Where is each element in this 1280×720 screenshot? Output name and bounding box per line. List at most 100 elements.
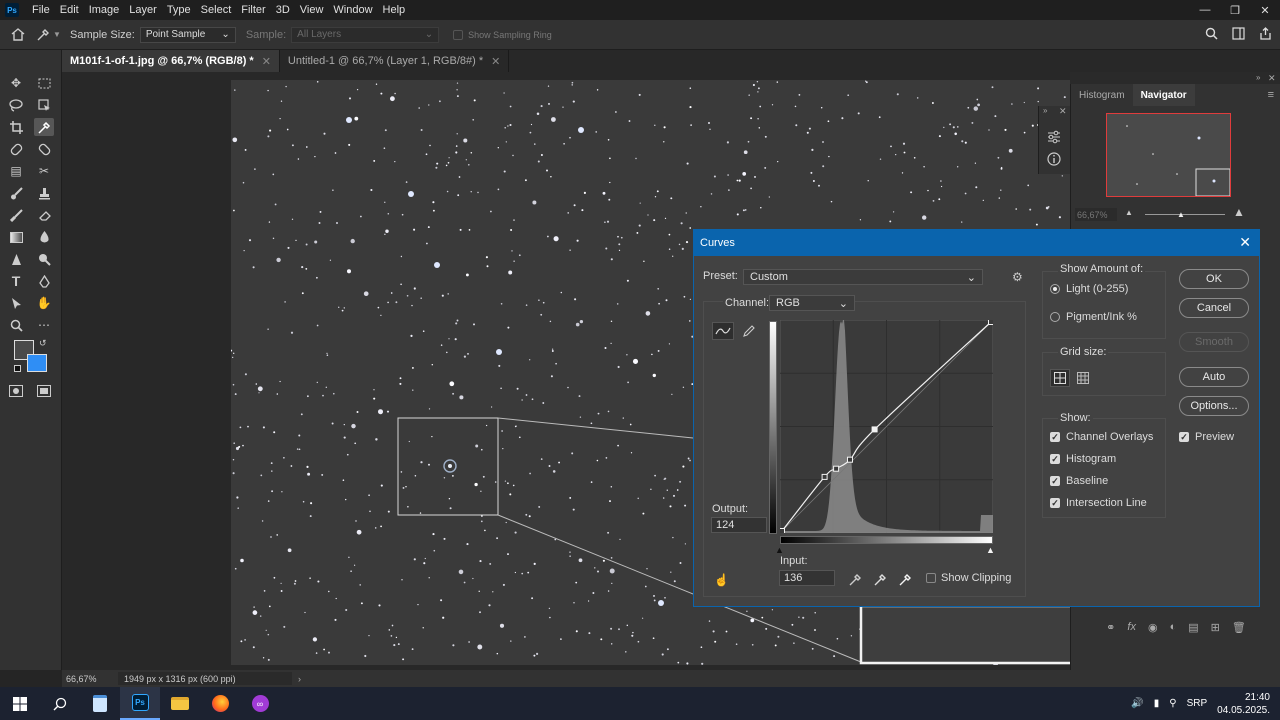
type-tool-icon[interactable]: T <box>6 272 26 290</box>
new-layer-icon[interactable]: ⊞ <box>1211 621 1220 634</box>
curve-graph[interactable] <box>780 320 993 533</box>
history-brush-tool-icon[interactable] <box>6 206 26 224</box>
scissors-tool-icon[interactable]: ✂ <box>34 162 54 180</box>
close-window-icon[interactable]: ✕ <box>1250 0 1280 20</box>
crop-tool-icon[interactable] <box>6 118 26 136</box>
intersection-line-checkbox[interactable]: ✓ <box>1050 498 1060 508</box>
tab-untitled-1[interactable]: Untitled-1 @ 66,7% (Layer 1, RGB/8#) * ✕ <box>280 50 510 72</box>
workspace-icon[interactable] <box>1232 27 1245 40</box>
tab-m101[interactable]: M101f-1-of-1.jpg @ 66,7% (RGB/8) * ✕ <box>62 50 280 72</box>
search-icon[interactable] <box>40 687 80 720</box>
preset-select[interactable]: Custom ⌄ <box>743 269 983 285</box>
white-point-slider[interactable]: ▲ <box>986 545 995 555</box>
menu-type[interactable]: Type <box>162 4 196 16</box>
zoom-out-icon[interactable]: ▲ <box>1125 208 1133 217</box>
healing-brush-tool-icon[interactable] <box>6 140 26 158</box>
gray-eyedropper-icon[interactable] <box>874 572 888 586</box>
eyedropper-preset-icon[interactable]: ▼ <box>36 28 70 42</box>
blur-tool-icon[interactable] <box>34 228 54 246</box>
histogram-checkbox[interactable]: ✓ <box>1050 454 1060 464</box>
app-icon[interactable]: ∞ <box>240 687 280 720</box>
status-zoom[interactable]: 66,67% <box>62 674 118 684</box>
clock[interactable]: 21:40 04.05.2025. <box>1217 691 1270 717</box>
smooth-button[interactable]: Smooth <box>1179 332 1249 352</box>
input-field[interactable]: 136 <box>779 570 835 586</box>
panel-menu-icon[interactable]: ≡ <box>1268 89 1274 101</box>
eraser-tool-icon[interactable] <box>34 206 54 224</box>
baseline-checkbox[interactable]: ✓ <box>1050 476 1060 486</box>
info-icon[interactable] <box>1047 152 1061 166</box>
close-icon[interactable]: ✕ <box>1239 234 1251 251</box>
menu-view[interactable]: View <box>295 4 329 16</box>
pigment-radio[interactable] <box>1050 312 1060 322</box>
minimize-icon[interactable]: — <box>1190 0 1220 20</box>
ok-button[interactable]: OK <box>1179 269 1249 289</box>
status-doc-info[interactable]: 1949 px x 1316 px (600 ppi) <box>118 672 292 685</box>
restore-icon[interactable]: ❐ <box>1220 0 1250 20</box>
menu-3d[interactable]: 3D <box>271 4 295 16</box>
channel-select[interactable]: RGB ⌄ <box>769 295 855 311</box>
more-tools-icon[interactable]: ⋯ <box>34 316 54 334</box>
zoom-in-icon[interactable]: ▲ <box>1233 205 1245 219</box>
expand-panels-icon[interactable]: » <box>1043 106 1047 115</box>
curve-point[interactable] <box>847 456 853 463</box>
sample-select[interactable]: All Layers ⌄ <box>291 26 440 43</box>
curve-points-mode-icon[interactable] <box>712 322 734 340</box>
menu-select[interactable]: Select <box>196 4 237 16</box>
curve-point[interactable] <box>780 528 785 534</box>
bandaid-tool-icon[interactable] <box>34 140 54 158</box>
move-tool-icon[interactable]: ✥ <box>6 74 26 92</box>
output-field[interactable]: 124 <box>711 517 767 533</box>
menu-layer[interactable]: Layer <box>124 4 162 16</box>
path-select-tool-icon[interactable] <box>6 294 26 312</box>
cancel-button[interactable]: Cancel <box>1179 298 1249 318</box>
battery-icon[interactable]: ▮ <box>1154 698 1160 709</box>
options-button[interactable]: Options... <box>1179 396 1249 416</box>
patch-tool-icon[interactable]: ▤ <box>6 162 26 180</box>
navigator-thumbnail[interactable] <box>1106 113 1231 197</box>
search-icon[interactable] <box>1205 27 1218 40</box>
channel-overlays-checkbox[interactable]: ✓ <box>1050 432 1060 442</box>
background-color-swatch[interactable] <box>27 354 47 372</box>
wifi-icon[interactable]: ⚲ <box>1169 698 1176 709</box>
quick-mask-icon[interactable] <box>6 382 26 400</box>
auto-button[interactable]: Auto <box>1179 367 1249 387</box>
add-mask-icon[interactable]: ◉ <box>1148 621 1158 634</box>
screen-mode-icon[interactable] <box>34 382 54 400</box>
expand-panels-icon[interactable]: » <box>1256 73 1260 82</box>
object-select-tool-icon[interactable] <box>34 96 54 114</box>
default-colors-icon[interactable] <box>14 365 21 372</box>
language-indicator[interactable]: SRP <box>1187 698 1208 709</box>
swap-colors-icon[interactable]: ↺ <box>39 338 47 349</box>
curve-point[interactable] <box>821 473 828 480</box>
black-eyedropper-icon[interactable] <box>849 572 863 586</box>
marquee-tool-icon[interactable] <box>34 74 54 92</box>
gradient-tool-icon[interactable] <box>6 228 26 246</box>
close-icon[interactable]: ✕ <box>262 55 271 68</box>
file-explorer-icon[interactable] <box>160 687 200 720</box>
detailed-grid-icon[interactable] <box>1075 370 1091 386</box>
close-icon[interactable]: ✕ <box>1059 106 1067 117</box>
close-icon[interactable]: ✕ <box>491 55 500 68</box>
new-group-icon[interactable]: ▤ <box>1188 621 1198 634</box>
adjustments-icon[interactable] <box>1047 130 1061 144</box>
light-radio[interactable] <box>1050 284 1060 294</box>
preview-checkbox[interactable]: ✓ <box>1179 432 1189 442</box>
firefox-icon[interactable] <box>200 687 240 720</box>
status-chevron-icon[interactable]: › <box>298 674 301 684</box>
adjustment-layer-icon[interactable]: ◐ <box>1170 621 1177 633</box>
pen-tool-icon[interactable] <box>34 272 54 290</box>
home-icon[interactable] <box>0 28 36 41</box>
menu-window[interactable]: Window <box>328 4 377 16</box>
lasso-tool-icon[interactable] <box>6 96 26 114</box>
curve-point[interactable] <box>833 465 840 472</box>
photoshop-taskbar-icon[interactable]: Ps <box>120 687 160 720</box>
hand-tool-icon[interactable]: ✋ <box>34 294 54 312</box>
menu-filter[interactable]: Filter <box>236 4 270 16</box>
windows-start-icon[interactable] <box>0 687 40 720</box>
menu-image[interactable]: Image <box>84 4 125 16</box>
white-eyedropper-icon[interactable] <box>899 572 913 586</box>
fx-icon[interactable]: fx <box>1127 621 1136 633</box>
menu-file[interactable]: File <box>27 4 55 16</box>
curve-point[interactable] <box>988 320 994 325</box>
